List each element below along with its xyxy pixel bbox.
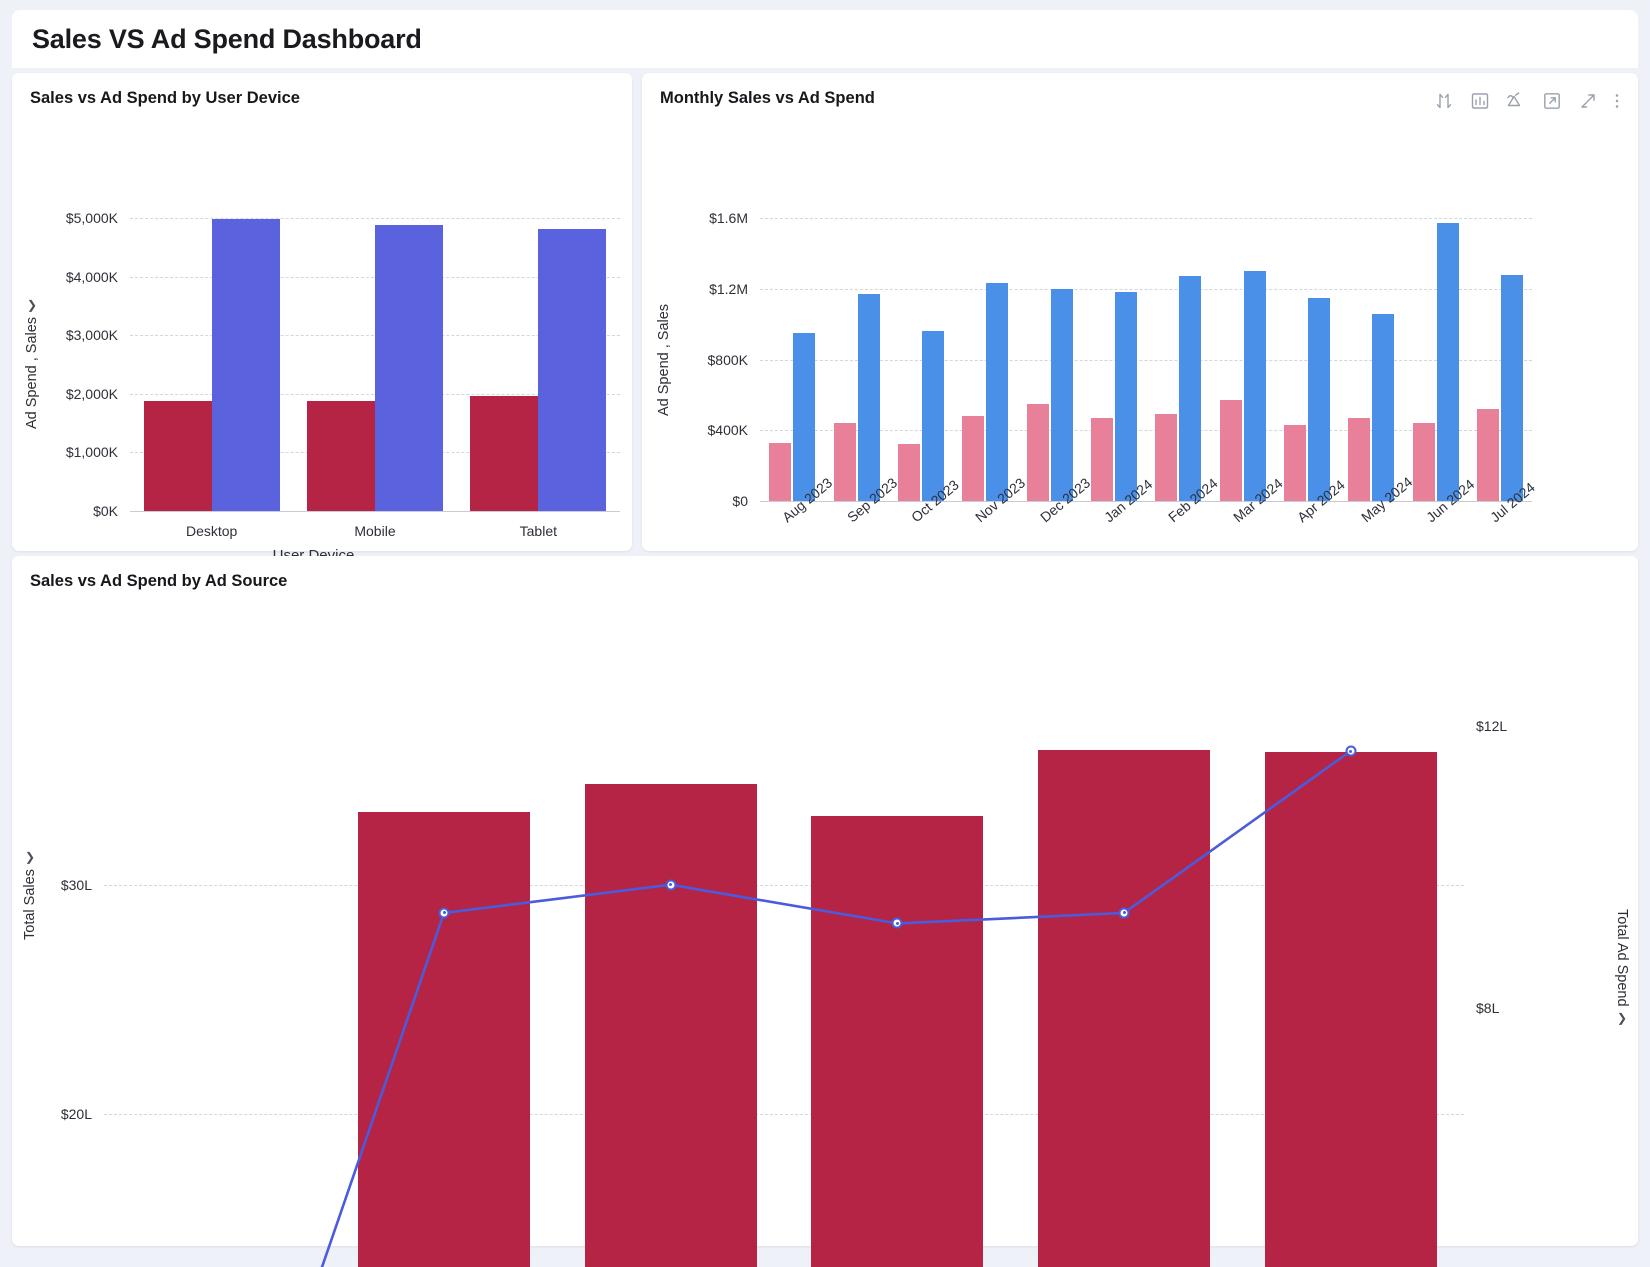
y-axis-tick-label: $0K <box>93 503 118 519</box>
y-axis-title-total-ad-spend[interactable]: Total Ad Spend ❯ <box>1614 836 1630 1096</box>
widget-row-bottom: Sales vs Ad Spend by Ad Source Total Sal… <box>12 556 1638 1267</box>
bar-oct-2023-sales[interactable] <box>921 331 944 501</box>
bar-jun-2024-sales[interactable] <box>1436 223 1459 501</box>
y-axis-tick-label: $1.2M <box>709 280 748 297</box>
bar-tablet-total-sales[interactable] <box>538 228 607 511</box>
bar-desktop-total-sales[interactable] <box>211 218 280 511</box>
bar-linkedin-total-ad-spend[interactable] <box>1038 749 1210 1267</box>
line-point-instagram[interactable] <box>891 917 903 929</box>
y-axis-tick-label: $2,000K <box>65 385 118 402</box>
bar-oct-2023-ad-spend[interactable] <box>897 444 920 501</box>
chart-source[interactable]: Total Sales❯Total Ad Spend❯$0$10L$20L$30… <box>12 596 1638 1267</box>
bar-apr-2024-ad-spend[interactable] <box>1283 424 1306 501</box>
y-axis-tick-label-right: $8L <box>1476 999 1500 1016</box>
bar-dec-2023-sales[interactable] <box>1050 288 1073 501</box>
y-axis-tick-label: $400K <box>707 422 748 439</box>
bar-desktop-total-ad-spend[interactable] <box>143 400 212 511</box>
gridline <box>760 218 1532 219</box>
y-axis-tick-label: $0 <box>732 493 748 509</box>
bar-jun-2024-ad-spend[interactable] <box>1412 423 1435 501</box>
widget-header-device: Sales vs Ad Spend by User Device <box>12 73 632 110</box>
bar-nov-2023-ad-spend[interactable] <box>962 416 985 501</box>
bar-nov-2023-sales[interactable] <box>986 283 1009 501</box>
sort-icon[interactable] <box>1434 91 1454 111</box>
widget-title-monthly: Monthly Sales vs Ad Spend <box>660 89 875 107</box>
bar-sep-2023-sales[interactable] <box>857 294 880 501</box>
y-axis-tick-label-right: $12L <box>1476 718 1508 735</box>
chart-monthly[interactable]: Ad Spend , Sales $0 $400K $800K $1.2M $1.6M Au… <box>642 113 1638 593</box>
widget-title-source: Sales vs Ad Spend by Ad Source <box>30 572 288 590</box>
gridline <box>104 884 1464 886</box>
y-axis-title-right-text: Total Ad Spend <box>1614 908 1630 1007</box>
line-point-google[interactable] <box>665 879 677 891</box>
bar-jan-2024-sales[interactable] <box>1114 292 1137 501</box>
bar-google-total-ad-spend[interactable] <box>584 784 757 1267</box>
chevron-down-icon: ❯ <box>26 297 38 312</box>
y-axis-tick-label-left: $30L <box>60 876 92 893</box>
more-options-icon[interactable] <box>1614 91 1620 111</box>
y-axis-tick-label: $5,000K <box>65 210 118 226</box>
y-axis-title-total-sales[interactable]: Total Sales ❯ <box>22 776 38 1016</box>
dashboard-root: Sales VS Ad Spend Dashboard Sales vs Ad … <box>0 0 1650 1267</box>
bar-mar-2024-ad-spend[interactable] <box>1219 400 1242 501</box>
widget-sales-vs-adspend-by-ad-source: Sales vs Ad Spend by Ad Source Total Sal… <box>12 556 1638 1267</box>
page-title: Sales VS Ad Spend Dashboard <box>32 23 422 54</box>
bar-may-2024-ad-spend[interactable] <box>1348 417 1371 501</box>
bar-instagram-total-ad-spend[interactable] <box>811 816 984 1267</box>
bar-mobile-total-sales[interactable] <box>375 225 443 511</box>
bar-jul-2024-sales[interactable] <box>1500 274 1523 501</box>
bar-mar-2024-sales[interactable] <box>1243 271 1266 501</box>
gridline <box>104 1113 1464 1115</box>
x-axis-line <box>130 511 620 512</box>
widget-row-top: Sales vs Ad Spend by User Device Ad Spen… <box>12 73 1638 593</box>
x-axis-tick-label: Desktop <box>185 523 238 539</box>
widget-title-device: Sales vs Ad Spend by User Device <box>30 89 300 107</box>
y-axis-tick-label: $1,000K <box>65 444 118 461</box>
gridline <box>130 218 620 219</box>
expand-icon[interactable] <box>1578 91 1598 111</box>
bar-aug-2023-ad-spend[interactable] <box>769 442 792 501</box>
trendline-icon[interactable] <box>1506 91 1526 111</box>
bar-twitter-total-ad-spend[interactable] <box>1264 752 1437 1267</box>
y-axis-tick-label: $1.6M <box>709 210 748 226</box>
chart-device[interactable]: Ad Spend , Sales ❯ $0K $1,000K $2,000K $3,000… <box>12 113 632 593</box>
bar-feb-2024-sales[interactable] <box>1179 276 1202 501</box>
dashboard-title-bar: Sales VS Ad Spend Dashboard <box>12 10 1638 68</box>
bar-chart-icon[interactable] <box>1470 91 1490 111</box>
x-axis-tick-label: Tablet <box>519 523 557 539</box>
chevron-down-icon: ❯ <box>1616 1011 1628 1026</box>
y-axis-tick-label-left: $20L <box>60 1105 92 1122</box>
widget-header-monthly: Monthly Sales vs Ad Spend <box>642 73 1638 113</box>
bar-sep-2023-ad-spend[interactable] <box>833 423 856 501</box>
widget-sales-vs-adspend-by-user-device: Sales vs Ad Spend by User Device Ad Spen… <box>12 73 632 593</box>
bar-may-2024-sales[interactable] <box>1372 313 1395 501</box>
open-external-icon[interactable] <box>1542 91 1562 111</box>
widget-header-source: Sales vs Ad Spend by Ad Source <box>12 556 1638 593</box>
bar-mobile-total-ad-spend[interactable] <box>307 401 375 511</box>
bar-jan-2024-ad-spend[interactable] <box>1090 417 1113 501</box>
bar-aug-2023-sales[interactable] <box>793 332 816 501</box>
line-point-twitter[interactable] <box>1345 745 1357 757</box>
y-axis-tick-label: $800K <box>707 351 748 368</box>
bar-tablet-total-ad-spend[interactable] <box>470 396 539 511</box>
widget-monthly-sales-vs-adspend: Monthly Sales vs Ad Spend Ad Spend , Sal… <box>642 73 1638 593</box>
bar-jul-2024-ad-spend[interactable] <box>1476 409 1499 501</box>
gridline <box>760 288 1532 290</box>
y-axis-tick-label: $4,000K <box>65 268 118 285</box>
bar-apr-2024-sales[interactable] <box>1307 297 1330 501</box>
widget-toolbar-monthly <box>1434 89 1620 111</box>
bar-dec-2023-ad-spend[interactable] <box>1026 403 1049 501</box>
chevron-down-icon: ❯ <box>24 850 36 865</box>
line-point-linkedin[interactable] <box>1118 907 1130 919</box>
line-point-facebook[interactable] <box>438 907 450 919</box>
y-axis-tick-label: $3,000K <box>65 327 118 344</box>
bar-facebook-total-ad-spend[interactable] <box>358 811 530 1267</box>
x-axis-tick-label: Mobile <box>354 523 396 539</box>
bar-feb-2024-ad-spend[interactable] <box>1155 414 1178 501</box>
